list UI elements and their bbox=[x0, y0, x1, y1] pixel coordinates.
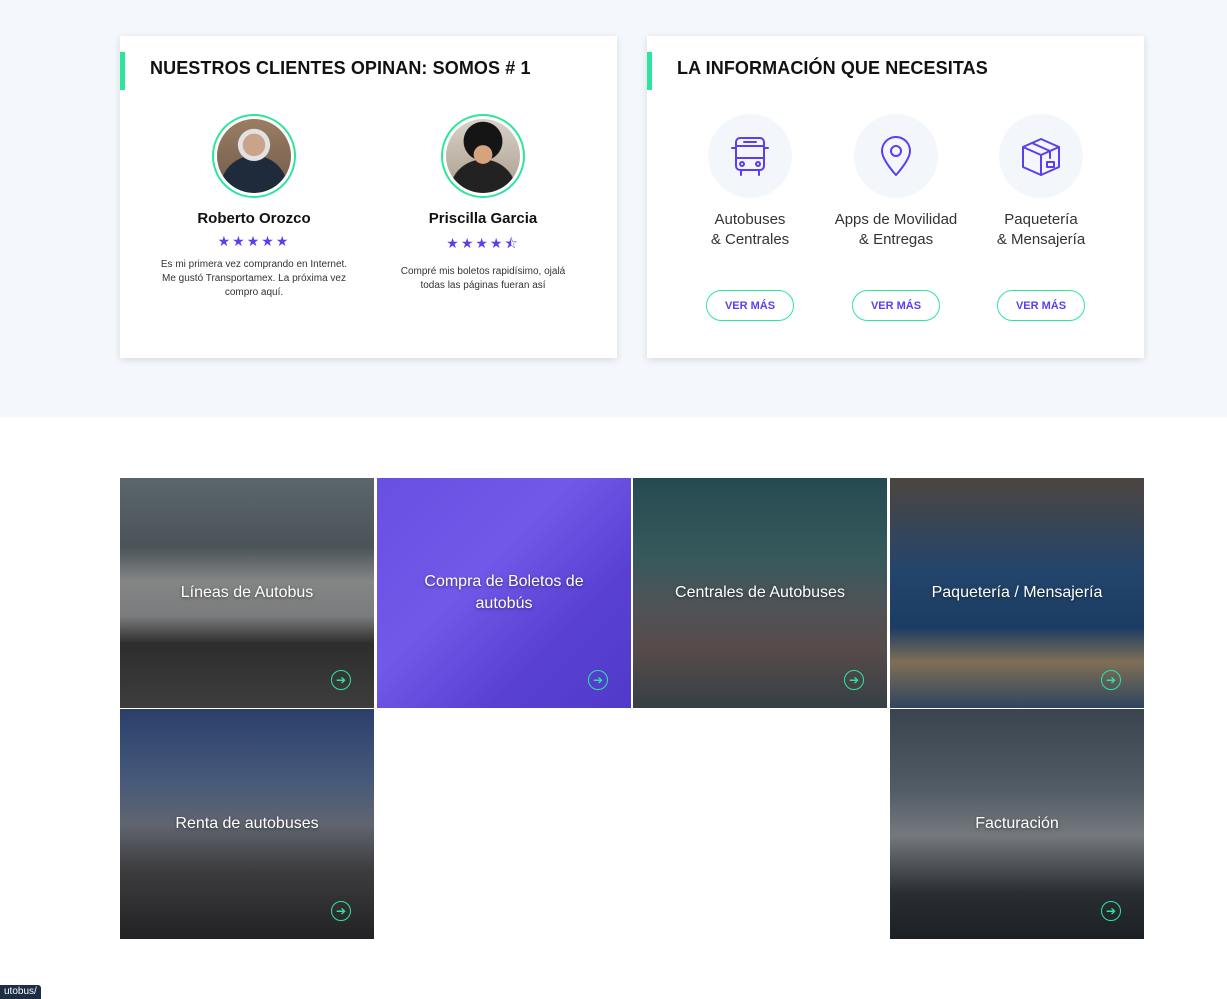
info-title: LA INFORMACIÓN QUE NECESITAS bbox=[677, 58, 988, 78]
arrow-right-icon: ➔ bbox=[1101, 901, 1121, 921]
info-label: Paquetería & Mensajería bbox=[996, 211, 1086, 248]
arrow-right-icon: ➔ bbox=[331, 670, 351, 690]
tile-label: Paquetería / Mensajería bbox=[931, 584, 1103, 601]
avatar bbox=[441, 114, 525, 198]
star-rating: ★★★★⯪ bbox=[446, 235, 520, 251]
tile-label: Renta de autobuses bbox=[175, 815, 319, 832]
review-text: Es mi primera vez comprando en Internet.… bbox=[160, 259, 348, 298]
testimonials-title: NUESTROS CLIENTES OPINAN: SOMOS # 1 bbox=[150, 58, 531, 78]
tile-label: Facturación bbox=[975, 815, 1059, 832]
reviewer-name: Roberto Orozco bbox=[197, 210, 311, 227]
ver-mas-button-parcels[interactable]: VER MÁS bbox=[997, 290, 1085, 321]
ver-mas-button-buses[interactable]: VER MÁS bbox=[706, 290, 794, 321]
ver-mas-button-apps[interactable]: VER MÁS bbox=[852, 290, 940, 321]
tile-lineas-de-autobus[interactable]: Líneas de Autobus ➔ bbox=[120, 478, 374, 708]
tile-facturacion[interactable]: Facturación ➔ bbox=[890, 709, 1144, 939]
star-rating: ★★★★★ bbox=[217, 233, 291, 249]
arrow-right-icon: ➔ bbox=[331, 901, 351, 921]
tile-compra-de-boletos[interactable]: Compra de Boletos de autobús ➔ bbox=[377, 478, 631, 708]
tile-paqueteria-mensajeria[interactable]: Paquetería / Mensajería ➔ bbox=[890, 478, 1144, 708]
package-icon bbox=[999, 114, 1083, 198]
tile-renta-de-autobuses[interactable]: Renta de autobuses ➔ bbox=[120, 709, 374, 939]
info-item-parcels: Paquetería & Mensajería bbox=[968, 114, 1114, 250]
arrow-right-icon: ➔ bbox=[588, 670, 608, 690]
bus-icon bbox=[708, 114, 792, 198]
info-label: Autobuses & Centrales bbox=[710, 211, 790, 248]
info-label: Apps de Movilidad & Entregas bbox=[834, 211, 958, 248]
accent-bar bbox=[120, 52, 125, 90]
tile-label: Compra de Boletos de autobús bbox=[424, 573, 584, 612]
arrow-right-icon: ➔ bbox=[1101, 670, 1121, 690]
testimonials-card: NUESTROS CLIENTES OPINAN: SOMOS # 1 Robe… bbox=[120, 36, 617, 358]
info-card: LA INFORMACIÓN QUE NECESITAS Autobuses &… bbox=[647, 36, 1144, 358]
status-url-tooltip: utobus/ bbox=[0, 985, 41, 999]
reviewer-name: Priscilla Garcia bbox=[428, 210, 538, 227]
tile-centrales-de-autobuses[interactable]: Centrales de Autobuses ➔ bbox=[633, 478, 887, 708]
review-card: Priscilla Garcia ★★★★⯪ Compré mis boleto… bbox=[368, 114, 598, 293]
review-card: Roberto Orozco ★★★★★ Es mi primera vez c… bbox=[139, 114, 369, 300]
info-item-buses: Autobuses & Centrales bbox=[677, 114, 823, 250]
tile-label: Centrales de Autobuses bbox=[675, 584, 845, 601]
tile-label: Líneas de Autobus bbox=[180, 584, 314, 601]
avatar bbox=[212, 114, 296, 198]
map-pin-icon bbox=[854, 114, 938, 198]
review-text: Compré mis boletos rapidísimo, ojalá tod… bbox=[400, 266, 566, 291]
info-item-apps: Apps de Movilidad & Entregas bbox=[823, 114, 969, 250]
accent-bar bbox=[647, 52, 652, 90]
arrow-right-icon: ➔ bbox=[844, 670, 864, 690]
